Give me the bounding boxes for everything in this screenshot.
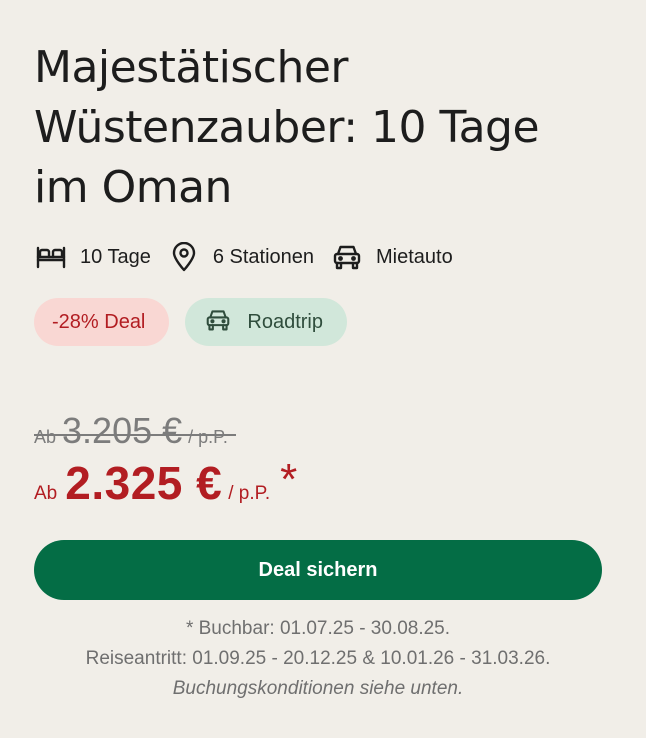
deal-price-prefix: Ab [34, 483, 58, 504]
feature-transport: Mietauto [330, 240, 453, 274]
tag-list: -28% Deal Roadtrip [34, 298, 614, 346]
footnote-asterisk: * [280, 455, 298, 504]
deal-price-amount: 2.325 € [65, 457, 223, 509]
strikethrough-line [34, 434, 236, 436]
deal-price-suffix: / p.P. [228, 483, 271, 504]
original-price-prefix: Ab [34, 427, 57, 447]
feature-stations: 6 Stationen [167, 240, 314, 274]
location-pin-icon [167, 240, 201, 274]
car-icon [205, 308, 233, 336]
deal-sichern-button[interactable]: Deal sichern [34, 540, 602, 600]
feature-transport-label: Mietauto [376, 245, 453, 268]
offer-title: Majestätischer Wüstenzauber: 10 Tage im … [34, 42, 540, 213]
deal-badge: -28% Deal [34, 298, 170, 346]
deal-price: Ab 2.325 € / p.P. * [34, 456, 614, 510]
feature-stations-label: 6 Stationen [212, 245, 315, 268]
roadtrip-tag[interactable]: Roadtrip [185, 298, 347, 346]
original-price-suffix: / p.P. [188, 427, 228, 447]
original-price-amount: 3.205 € [62, 410, 183, 451]
booking-period-note: * Buchbar: 01.07.25 - 30.08.25. [185, 618, 451, 639]
original-price: Ab 3.205 € / p.P. [34, 410, 236, 452]
feature-list: 10 Tage 6 Stationen Mietauto [34, 240, 614, 274]
car-icon [330, 240, 364, 274]
booking-conditions-note: Buchungskonditionen siehe unten. [172, 678, 464, 699]
booking-notes: * Buchbar: 01.07.25 - 30.08.25. Reiseant… [34, 614, 602, 704]
feature-duration-label: 10 Tage [80, 245, 151, 268]
bed-icon [34, 240, 68, 274]
travel-period-note: Reiseantritt: 01.09.25 - 20.12.25 & 10.0… [85, 648, 551, 669]
feature-duration: 10 Tage [34, 240, 151, 274]
offer-card: Majestätischer Wüstenzauber: 10 Tage im … [34, 38, 614, 704]
roadtrip-tag-label: Roadtrip [247, 310, 323, 333]
